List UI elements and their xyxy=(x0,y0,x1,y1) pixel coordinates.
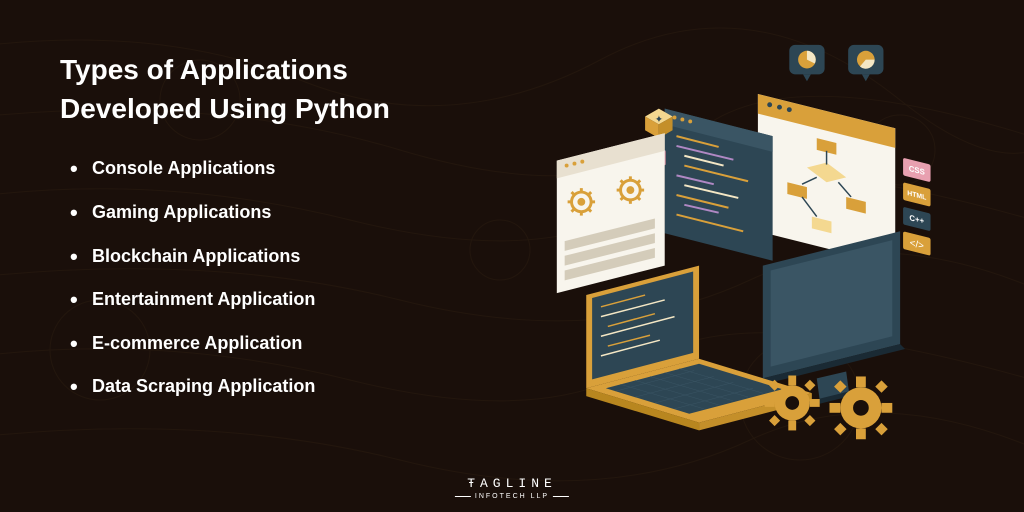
list-item: Blockchain Applications xyxy=(70,246,522,268)
pie-chart-icon xyxy=(848,45,883,81)
gear-icon xyxy=(765,375,820,430)
title-line-1: Types of Applications xyxy=(60,54,348,85)
css-tag: CSS xyxy=(903,158,930,183)
list-item: Console Applications xyxy=(70,158,522,180)
logo-subtext: INFOTECH LLP xyxy=(455,493,569,500)
html-tag: HTML xyxy=(903,182,930,207)
application-list: Console Applications Gaming Applications… xyxy=(60,158,522,420)
cpp-tag: C++ xyxy=(903,207,930,232)
dashboard-window xyxy=(557,133,665,293)
list-item: Data Scraping Application xyxy=(70,376,522,398)
list-item: E-commerce Application xyxy=(70,333,522,355)
svg-text:✦: ✦ xyxy=(655,114,663,125)
page-title: Types of Applications Developed Using Py… xyxy=(60,50,522,128)
monitor xyxy=(763,231,905,407)
gear-icon xyxy=(830,376,893,439)
computer-illustration: CSS HTML C++ </> xyxy=(522,40,984,452)
pie-chart-icon xyxy=(789,45,824,81)
text-content: Types of Applications Developed Using Py… xyxy=(60,50,522,462)
title-line-2: Developed Using Python xyxy=(60,93,390,124)
code-window xyxy=(665,109,773,261)
list-item: Entertainment Application xyxy=(70,289,522,311)
illustration-container: CSS HTML C++ </> xyxy=(522,50,984,462)
list-item: Gaming Applications xyxy=(70,202,522,224)
logo-text: ŦAGLINE xyxy=(455,476,569,491)
brand-logo: ŦAGLINE INFOTECH LLP xyxy=(455,476,569,500)
code-tag-icon: </> xyxy=(903,231,930,256)
